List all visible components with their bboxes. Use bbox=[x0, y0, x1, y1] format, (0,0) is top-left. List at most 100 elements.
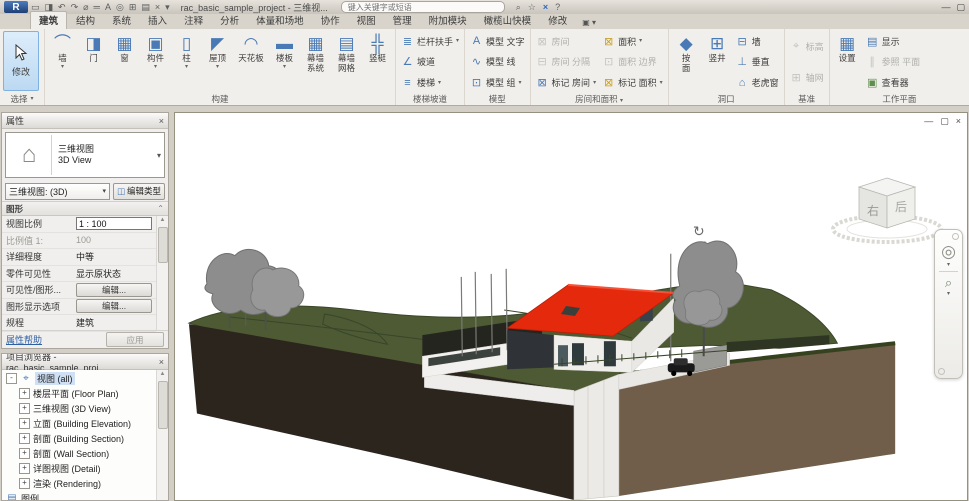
zoom-tool-icon[interactable]: ⌕ bbox=[945, 275, 952, 291]
properties-scrollbar[interactable]: ▲ bbox=[156, 216, 168, 330]
mullion-button[interactable]: ╬ 竖梃 bbox=[362, 31, 393, 93]
expand-icon[interactable]: + bbox=[19, 448, 30, 459]
app-menu-button[interactable]: R bbox=[4, 1, 28, 13]
property-row[interactable]: 图形显示选项 编辑... bbox=[2, 299, 156, 316]
thin-lines-icon[interactable]: ▤ bbox=[141, 2, 150, 13]
stair-button[interactable]: ≡ 楼梯 ▾ bbox=[401, 75, 459, 90]
window-button[interactable]: ▦ 窗 bbox=[109, 31, 140, 93]
tab-analyze[interactable]: 分析 bbox=[212, 12, 247, 29]
wall-button[interactable]: ⌒ 墙 ▾ bbox=[47, 31, 78, 93]
tab-view[interactable]: 视图 bbox=[349, 12, 384, 29]
tab-manage[interactable]: 管理 bbox=[385, 12, 420, 29]
ref-plane-button[interactable]: ∥ 参照 平面 bbox=[866, 54, 921, 69]
curtain-grid-button[interactable]: ▤ 幕墙 网格 bbox=[331, 31, 362, 93]
chevron-down-icon[interactable]: ▾ bbox=[947, 262, 950, 268]
navbar-handle[interactable] bbox=[952, 233, 959, 240]
signin-icon[interactable]: × bbox=[543, 2, 548, 13]
chevron-down-icon[interactable]: ▾ bbox=[947, 291, 950, 297]
measure-icon[interactable]: ⌀ bbox=[83, 2, 88, 13]
scroll-up-icon[interactable]: ▲ bbox=[160, 370, 166, 379]
model-line-button[interactable]: ∿ 模型 线 bbox=[470, 54, 525, 69]
viewcube[interactable]: 右 后 bbox=[829, 165, 949, 251]
expand-icon[interactable]: + bbox=[19, 463, 30, 474]
steering-wheel-icon[interactable]: ◎ bbox=[941, 242, 956, 262]
expand-icon[interactable]: + bbox=[19, 403, 30, 414]
tree-root-views[interactable]: - ⌖ 视图 (all) bbox=[2, 371, 156, 386]
view-scale-input[interactable] bbox=[76, 217, 152, 230]
close-icon[interactable]: × bbox=[159, 357, 164, 367]
area-boundary-button[interactable]: ⊡ 面积 边界 bbox=[602, 54, 663, 69]
close-icon[interactable]: × bbox=[159, 116, 164, 126]
ceiling-button[interactable]: ◠ 天花板 bbox=[233, 31, 269, 93]
tab-collaborate[interactable]: 协作 bbox=[313, 12, 348, 29]
tree-item-elevation[interactable]: + 立面 (Building Elevation) bbox=[2, 416, 156, 431]
component-button[interactable]: ▣ 构件 ▾ bbox=[140, 31, 171, 93]
viewer-button[interactable]: ▣ 查看器 bbox=[866, 75, 921, 90]
tab-architecture[interactable]: 建筑 bbox=[30, 11, 67, 29]
tab-massing-site[interactable]: 体量和场地 bbox=[248, 12, 312, 29]
room-button[interactable]: ⊠ 房间 bbox=[536, 34, 597, 49]
section-graphics[interactable]: 图形 ⌃ bbox=[2, 201, 168, 216]
collapse-icon[interactable]: - bbox=[6, 373, 17, 384]
tag-area-button[interactable]: ⊠ 标记 面积 ▾ bbox=[602, 75, 663, 90]
tree-item-wall-section[interactable]: + 剖面 (Wall Section) bbox=[2, 446, 156, 461]
property-row[interactable]: 可见性/图形... 编辑... bbox=[2, 282, 156, 299]
dormer-button[interactable]: ⌂ 老虎窗 bbox=[736, 75, 779, 90]
opening-by-face-button[interactable]: ◆ 按 面 bbox=[671, 31, 702, 93]
model-text-button[interactable]: A 模型 文字 bbox=[470, 34, 525, 49]
view-minimize-button[interactable]: — bbox=[924, 116, 933, 126]
tab-structure[interactable]: 结构 bbox=[68, 12, 103, 29]
ramp-button[interactable]: ∠ 坡道 bbox=[401, 54, 459, 69]
modify-button[interactable]: 修改 bbox=[3, 31, 39, 91]
shaft-button[interactable]: ⊞ 竖井 bbox=[702, 31, 733, 93]
scroll-up-icon[interactable]: ▲ bbox=[160, 216, 166, 225]
wall-opening-button[interactable]: ⊟ 墙 bbox=[736, 34, 779, 49]
drawing-area[interactable]: — ▢ × ↻ 右 后 ◎ ▾ ⌕ ▾ bbox=[174, 112, 968, 501]
expand-icon[interactable]: + bbox=[19, 433, 30, 444]
dimension-icon[interactable]: ═ bbox=[94, 2, 100, 13]
railing-button[interactable]: ≣ 栏杆扶手 ▾ bbox=[401, 34, 459, 49]
apply-button[interactable]: 应用 bbox=[106, 332, 164, 347]
roof-button[interactable]: ◤ 屋顶 ▾ bbox=[202, 31, 233, 93]
door-button[interactable]: ◨ 门 bbox=[78, 31, 109, 93]
navbar-handle[interactable] bbox=[938, 368, 945, 375]
expand-icon[interactable]: + bbox=[19, 388, 30, 399]
maximize-button[interactable]: ▢ bbox=[956, 2, 965, 13]
section-icon[interactable]: ⊞ bbox=[129, 2, 137, 13]
scrollbar-thumb[interactable] bbox=[158, 227, 168, 263]
tree-item-rendering[interactable]: + 渲染 (Rendering) bbox=[2, 476, 156, 491]
property-row[interactable]: 零件可见性 显示原状态 bbox=[2, 266, 156, 283]
tree-item-floor-plan[interactable]: + 楼层平面 (Floor Plan) bbox=[2, 386, 156, 401]
minimize-button[interactable]: — bbox=[941, 2, 950, 13]
text-icon[interactable]: A bbox=[105, 2, 111, 13]
property-row[interactable]: 详细程度 中等 bbox=[2, 249, 156, 266]
tab-insert[interactable]: 插入 bbox=[140, 12, 175, 29]
show-workplane-button[interactable]: ▤ 显示 bbox=[866, 34, 921, 49]
tab-systems[interactable]: 系统 bbox=[104, 12, 139, 29]
panel-label-select[interactable]: 选择▾ bbox=[0, 93, 44, 105]
tag-room-button[interactable]: ⊠ 标记 房间 ▾ bbox=[536, 75, 597, 90]
tab-addins[interactable]: 附加模块 bbox=[421, 12, 475, 29]
search-icon[interactable]: ⌕ bbox=[516, 2, 521, 13]
column-button[interactable]: ▯ 柱 ▾ bbox=[171, 31, 202, 93]
area-button[interactable]: ⊠ 面积 ▾ bbox=[602, 34, 663, 49]
browser-scrollbar[interactable]: ▲ bbox=[156, 370, 168, 500]
vertical-opening-button[interactable]: ⊥ 垂直 bbox=[736, 54, 779, 69]
visibility-edit-button[interactable]: 编辑... bbox=[76, 283, 152, 297]
curtain-system-button[interactable]: ▦ 幕墙 系统 bbox=[300, 31, 331, 93]
room-separator-button[interactable]: ⊟ 房间 分隔 bbox=[536, 54, 597, 69]
tree-item-detail[interactable]: + 详图视图 (Detail) bbox=[2, 461, 156, 476]
collapse-section-icon[interactable]: ⌃ bbox=[157, 204, 164, 213]
level-button[interactable]: ⌖ 标高 bbox=[790, 39, 824, 54]
browser-header[interactable]: 项目浏览器 - rac_basic_sample_proj... × bbox=[2, 354, 168, 370]
3d-view-icon[interactable]: ◎ bbox=[116, 2, 124, 13]
view-restore-button[interactable]: ▢ bbox=[940, 116, 949, 126]
tree-item-building-section[interactable]: + 剖面 (Building Section) bbox=[2, 431, 156, 446]
properties-help-link[interactable]: 属性帮助 bbox=[6, 333, 42, 346]
floor-button[interactable]: ▬ 楼板 ▾ bbox=[269, 31, 300, 93]
instance-selector[interactable]: 三维视图: (3D) ▾ bbox=[5, 183, 110, 200]
tab-glsfast[interactable]: 橄榄山快模 bbox=[476, 12, 540, 29]
redo-icon[interactable]: ↷ bbox=[71, 2, 79, 13]
close-hidden-icon[interactable]: × bbox=[155, 2, 160, 13]
set-workplane-button[interactable]: ▦ 设置 bbox=[832, 31, 863, 93]
